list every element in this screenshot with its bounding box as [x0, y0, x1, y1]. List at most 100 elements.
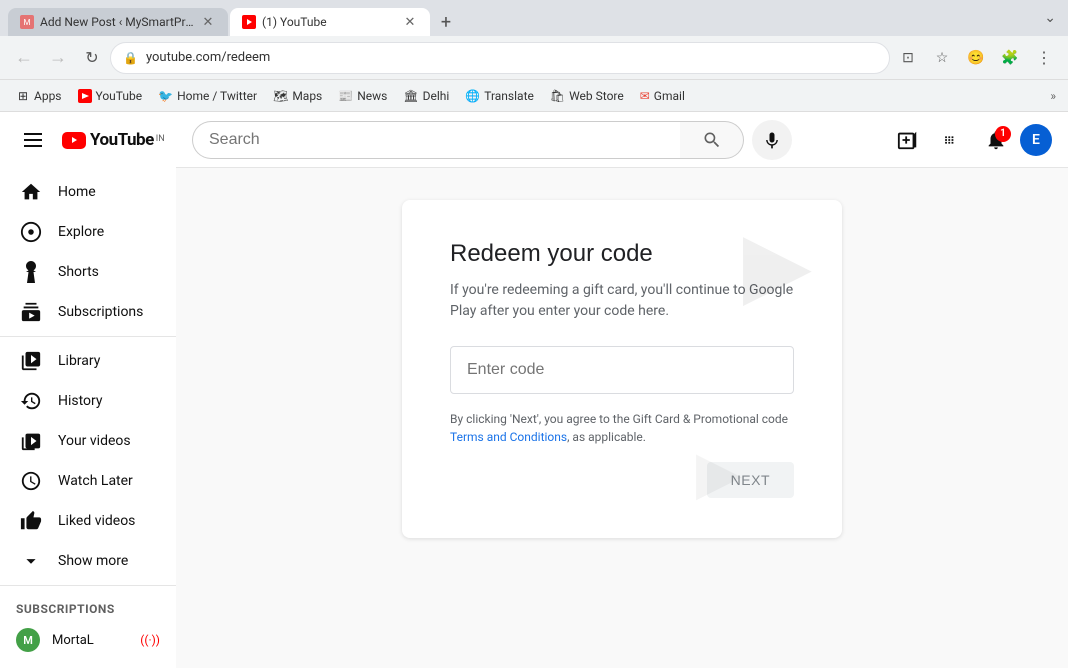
- sidebar-item-label: Shorts: [58, 264, 99, 280]
- tab2-close[interactable]: ✕: [402, 14, 418, 30]
- profile-button[interactable]: 😊: [960, 42, 992, 74]
- live-indicator: ((·)): [140, 633, 160, 647]
- show-more-button[interactable]: Show more: [4, 541, 172, 581]
- redeem-title: Redeem your code: [450, 240, 794, 268]
- terms-after: , as applicable.: [567, 430, 646, 444]
- library-icon: [20, 350, 42, 372]
- home-icon: [20, 181, 42, 203]
- tab1-close[interactable]: ✕: [200, 14, 216, 30]
- sidebar-item-history[interactable]: History: [4, 381, 172, 421]
- bookmark-button[interactable]: ☆: [926, 42, 958, 74]
- sidebar-item-library[interactable]: Library: [4, 341, 172, 381]
- bookmark-apps[interactable]: ⊞ Apps: [8, 87, 70, 105]
- bookmark-news[interactable]: 📰 News: [330, 87, 395, 105]
- browser-tab-inactive[interactable]: M Add New Post ‹ MySmartPrice ✕: [8, 8, 228, 36]
- watch-later-icon: [20, 470, 42, 492]
- sidebar-item-label: Home: [58, 184, 96, 200]
- sub-name: MortaL: [52, 633, 128, 648]
- forward-button[interactable]: →: [42, 42, 74, 74]
- nav-section: Home Explore Shorts Subscriptions: [0, 168, 176, 337]
- search-button[interactable]: [680, 121, 744, 159]
- main-content: ▶ ▶ Redeem your code If you're redeeming…: [176, 168, 1068, 668]
- back-button[interactable]: ←: [8, 42, 40, 74]
- chevron-down-icon: [20, 550, 42, 572]
- your-videos-icon: [20, 430, 42, 452]
- next-btn-row: NEXT: [450, 462, 794, 498]
- bookmark-gmail[interactable]: ✉ Gmail: [632, 87, 693, 105]
- sidebar: YouTube IN Home Explore: [0, 112, 176, 668]
- bookmark-maps[interactable]: 🗺 Maps: [265, 87, 330, 105]
- yt-header: 1 E: [176, 112, 1068, 168]
- sidebar-item-label: Subscriptions: [58, 304, 143, 320]
- header-search-container: [192, 120, 792, 160]
- sidebar-item-shorts[interactable]: Shorts: [4, 252, 172, 292]
- subscriptions-title: SUBSCRIPTIONS: [0, 594, 176, 620]
- header-right-actions: 1 E: [888, 120, 1052, 160]
- cast-button[interactable]: ⊡: [892, 42, 924, 74]
- subscription-item-mortal[interactable]: M MortaL ((·)): [0, 620, 176, 660]
- bookmark-translate[interactable]: 🌐 Translate: [457, 87, 542, 105]
- extension-button[interactable]: 🧩: [994, 42, 1026, 74]
- create-button[interactable]: [888, 120, 928, 160]
- bookmarks-bar: ⊞ Apps YouTube 🐦 Home / Twitter 🗺 Maps 📰…: [0, 80, 1068, 112]
- show-more-label: Show more: [58, 553, 128, 569]
- subscription-item-lessons30s[interactable]: L Lessons in 30s: [0, 660, 176, 668]
- library-section: Library History Your videos Watch Later: [0, 337, 176, 586]
- mic-button[interactable]: [752, 120, 792, 160]
- notification-badge: 1: [995, 126, 1011, 142]
- hamburger-button[interactable]: [16, 125, 50, 155]
- liked-icon: [20, 510, 42, 532]
- apps-button[interactable]: [932, 120, 972, 160]
- address-text: youtube.com/redeem: [146, 50, 877, 65]
- bookmark-twitter[interactable]: 🐦 Home / Twitter: [150, 87, 265, 105]
- shorts-icon: [20, 261, 42, 283]
- tab1-favicon: M: [20, 15, 34, 29]
- create-icon: [897, 129, 919, 151]
- browser-nav-bar: ← → ↻ 🔒 youtube.com/redeem ⊡ ☆ 😊 🧩 ⋮: [0, 36, 1068, 80]
- yt-logo-icon: [62, 132, 86, 149]
- subscriptions-section: SUBSCRIPTIONS M MortaL ((·)) L Lessons i…: [0, 586, 176, 668]
- explore-icon: [20, 221, 42, 243]
- yt-country-code: IN: [156, 134, 165, 144]
- sidebar-item-label: Explore: [58, 224, 104, 240]
- bookmark-youtube[interactable]: YouTube: [70, 87, 151, 105]
- tab-overflow[interactable]: ⌄: [1040, 6, 1060, 30]
- notification-button[interactable]: 1: [976, 120, 1016, 160]
- bookmark-more[interactable]: »: [1046, 87, 1060, 105]
- sidebar-item-watch-later[interactable]: Watch Later: [4, 461, 172, 501]
- sidebar-item-your-videos[interactable]: Your videos: [4, 421, 172, 461]
- sidebar-item-label: Watch Later: [58, 473, 133, 489]
- yt-logo[interactable]: YouTube IN: [62, 130, 165, 150]
- code-input[interactable]: [450, 346, 794, 394]
- terms-text: By clicking 'Next', you agree to the Gif…: [450, 410, 794, 446]
- sidebar-item-explore[interactable]: Explore: [4, 212, 172, 252]
- sidebar-item-home[interactable]: Home: [4, 172, 172, 212]
- redeem-card: ▶ ▶ Redeem your code If you're redeeming…: [402, 200, 842, 538]
- sidebar-item-label: Library: [58, 353, 100, 369]
- new-tab-button[interactable]: +: [432, 8, 460, 36]
- sidebar-header: YouTube IN: [0, 112, 176, 168]
- reload-button[interactable]: ↻: [76, 42, 108, 74]
- user-avatar[interactable]: E: [1020, 124, 1052, 156]
- terms-before: By clicking 'Next', you agree to the Gif…: [450, 412, 788, 426]
- redeem-subtitle: If you're redeeming a gift card, you'll …: [450, 280, 794, 322]
- subscriptions-icon: [20, 301, 42, 323]
- next-button[interactable]: NEXT: [707, 462, 794, 498]
- bookmark-webstore[interactable]: 🛍 Web Store: [542, 87, 632, 105]
- sidebar-item-subscriptions[interactable]: Subscriptions: [4, 292, 172, 332]
- tab2-title: (1) YouTube: [262, 15, 396, 29]
- yt-logo-text: YouTube: [90, 130, 154, 150]
- address-bar[interactable]: 🔒 youtube.com/redeem: [110, 42, 890, 74]
- sidebar-item-label: History: [58, 393, 103, 409]
- menu-button[interactable]: ⋮: [1028, 42, 1060, 74]
- bookmark-delhi[interactable]: 🏛 Delhi: [395, 87, 457, 105]
- sidebar-item-label: Liked videos: [58, 513, 135, 529]
- lock-icon: 🔒: [123, 51, 138, 65]
- browser-tab-active[interactable]: (1) YouTube ✕: [230, 8, 430, 36]
- apps-icon: [941, 129, 963, 151]
- terms-link[interactable]: Terms and Conditions: [450, 430, 567, 444]
- search-input[interactable]: [192, 121, 680, 159]
- tab1-title: Add New Post ‹ MySmartPrice: [40, 15, 194, 29]
- sidebar-item-liked-videos[interactable]: Liked videos: [4, 501, 172, 541]
- sidebar-item-label: Your videos: [58, 433, 131, 449]
